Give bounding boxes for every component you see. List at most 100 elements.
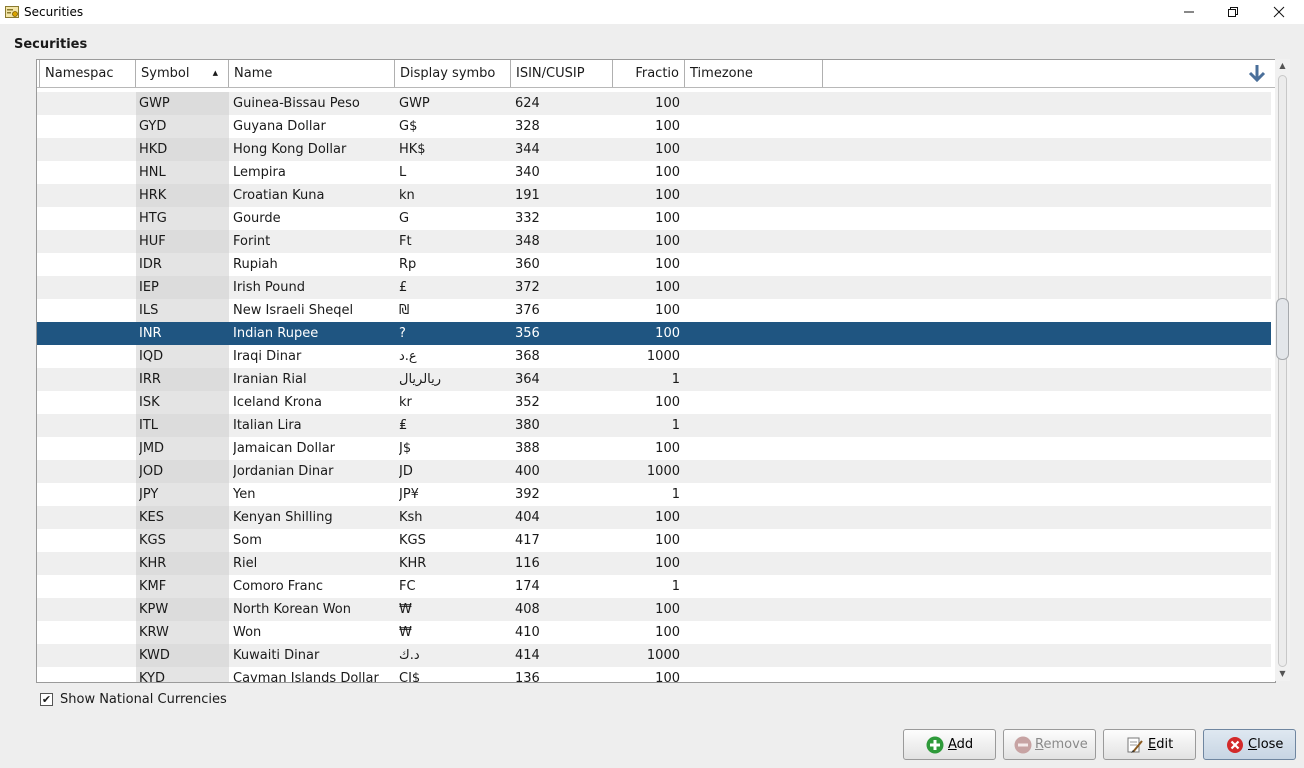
add-button-label: Add: [948, 730, 973, 759]
name-cell: Hong Kong Dollar: [233, 142, 347, 157]
fraction-cell: 100: [655, 510, 680, 525]
table-row[interactable]: KGS Som KGS 417 100: [37, 529, 1271, 552]
isin-cell: 368: [515, 349, 540, 364]
isin-cell: 410: [515, 625, 540, 640]
isin-cell: 372: [515, 280, 540, 295]
fraction-cell: 100: [655, 257, 680, 272]
table-row[interactable]: KES Kenyan Shilling Ksh 404 100: [37, 506, 1271, 529]
display-symbol-cell: kr: [399, 395, 412, 410]
isin-cell: 332: [515, 211, 540, 226]
table-row[interactable]: JPY Yen JP¥ 392 1: [37, 483, 1271, 506]
column-header-fraction[interactable]: Fractio: [613, 60, 685, 87]
column-header-timezone[interactable]: Timezone: [685, 60, 823, 87]
name-cell: Kenyan Shilling: [233, 510, 333, 525]
name-cell: Som: [233, 533, 262, 548]
table-row[interactable]: ILS New Israeli Sheqel ₪ 376 100: [37, 299, 1271, 322]
edit-mnemonic: E: [1148, 737, 1157, 752]
isin-cell: 174: [515, 579, 540, 594]
scroll-track[interactable]: [1278, 75, 1287, 667]
app-icon: [5, 6, 19, 18]
symbol-cell: INR: [139, 326, 162, 341]
name-cell: Guinea-Bissau Peso: [233, 96, 360, 111]
table-row[interactable]: HNL Lempira L 340 100: [37, 161, 1271, 184]
scroll-up-icon[interactable]: ▲: [1275, 59, 1290, 73]
table-row[interactable]: HTG Gourde G 332 100: [37, 207, 1271, 230]
edit-label-rest: dit: [1156, 737, 1174, 752]
table-row[interactable]: HUF Forint Ft 348 100: [37, 230, 1271, 253]
display-symbol-cell: د.ك: [399, 648, 420, 663]
fraction-cell: 100: [655, 211, 680, 226]
isin-cell: 116: [515, 556, 540, 571]
table-row[interactable]: KWD Kuwaiti Dinar د.ك 414 1000: [37, 644, 1271, 667]
name-cell: North Korean Won: [233, 602, 352, 617]
checkbox[interactable]: ✔: [40, 693, 53, 706]
close-label-rest: lose: [1257, 737, 1284, 752]
close-button[interactable]: Close: [1203, 729, 1296, 760]
table-row[interactable]: IEP Irish Pound £372 100: [37, 276, 1271, 299]
edit-button[interactable]: Edit: [1103, 729, 1196, 760]
display-symbol-cell: ع.د: [399, 349, 417, 364]
column-label: Display symbo: [400, 66, 496, 81]
table-row[interactable]: IRR Iranian Rial ریالریال 364 1: [37, 368, 1271, 391]
table-row[interactable]: GYD Guyana Dollar G$ 328 100: [37, 115, 1271, 138]
sort-ascending-icon: ▲: [212, 69, 218, 77]
fraction-cell: 100: [655, 602, 680, 617]
scroll-down-icon[interactable]: ▼: [1275, 667, 1290, 681]
table-row[interactable]: ISK Iceland Krona kr 352 100: [37, 391, 1271, 414]
scroll-thumb[interactable]: [1276, 297, 1289, 360]
fraction-cell: 100: [655, 533, 680, 548]
add-mnemonic: A: [948, 737, 957, 752]
add-button[interactable]: Add: [903, 729, 996, 760]
edit-icon: [1127, 737, 1143, 753]
isin-cell: 360: [515, 257, 540, 272]
table-row[interactable]: KYD Cayman Islands Dollar CI$ 136 100: [37, 667, 1271, 682]
symbol-cell: GWP: [139, 96, 170, 111]
isin-cell: 340: [515, 165, 540, 180]
name-cell: Gourde: [233, 211, 281, 226]
display-symbol-cell: KHR: [399, 556, 427, 571]
add-icon: [926, 736, 944, 754]
isin-cell: 414: [515, 648, 540, 663]
name-cell: Forint: [233, 234, 271, 249]
name-cell: New Israeli Sheqel: [233, 303, 354, 318]
column-header-isin[interactable]: ISIN/CUSIP: [511, 60, 613, 87]
table-row[interactable]: KRW Won ₩410 100: [37, 621, 1271, 644]
column-header-display-symbol[interactable]: Display symbo: [395, 60, 511, 87]
isin-cell: 328: [515, 119, 540, 134]
display-symbol-cell: HK$: [399, 142, 426, 157]
table-row[interactable]: HKD Hong Kong Dollar HK$ 344 100: [37, 138, 1271, 161]
table-row[interactable]: IQD Iraqi Dinar ع.د 368 1000: [37, 345, 1271, 368]
column-header-namespace[interactable]: Namespac: [39, 60, 136, 87]
remove-button[interactable]: Remove: [1003, 729, 1096, 760]
restore-button[interactable]: [1210, 0, 1256, 24]
vertical-scrollbar[interactable]: ▲ ▼: [1275, 59, 1290, 681]
isin-cell: 388: [515, 441, 540, 456]
table-row[interactable]: GWP Guinea-Bissau Peso GWP 624 100: [37, 92, 1271, 115]
table-row[interactable]: KHR Riel KHR 116 100: [37, 552, 1271, 575]
column-header-symbol[interactable]: Symbol ▲: [136, 60, 229, 87]
isin-cell: 191: [515, 188, 540, 203]
fraction-cell: 1: [671, 579, 680, 594]
window-close-button[interactable]: [1256, 0, 1302, 24]
table-row[interactable]: INR Indian Rupee? 356 100: [37, 322, 1271, 345]
minimize-button[interactable]: [1166, 0, 1212, 24]
name-cell: Kuwaiti Dinar: [233, 648, 320, 663]
symbol-cell: JPY: [139, 487, 159, 502]
table-row[interactable]: HRK Croatian Kuna kn 191 100: [37, 184, 1271, 207]
table-row[interactable]: KPW North Korean Won ₩408 100: [37, 598, 1271, 621]
name-cell: Rupiah: [233, 257, 278, 272]
table-row[interactable]: JMD Jamaican Dollar J$ 388 100: [37, 437, 1271, 460]
fraction-cell: 100: [655, 234, 680, 249]
column-header-name[interactable]: Name: [229, 60, 395, 87]
display-symbol-cell: kn: [399, 188, 415, 203]
checkbox-label: Show National Currencies: [60, 692, 227, 707]
column-label: Timezone: [690, 66, 753, 81]
table-row[interactable]: KMF Comoro Franc FC 174 1: [37, 575, 1271, 598]
column-chooser-arrow-icon[interactable]: [1245, 62, 1269, 84]
isin-cell: 392: [515, 487, 540, 502]
table-row[interactable]: IDR Rupiah Rp 360 100: [37, 253, 1271, 276]
name-cell: Indian Rupee: [233, 326, 319, 341]
table-row[interactable]: ITL Italian Lira ₤ 380 1: [37, 414, 1271, 437]
table-row[interactable]: JOD Jordanian Dinar JD 400 1000: [37, 460, 1271, 483]
display-symbol-cell: FC: [399, 579, 416, 594]
